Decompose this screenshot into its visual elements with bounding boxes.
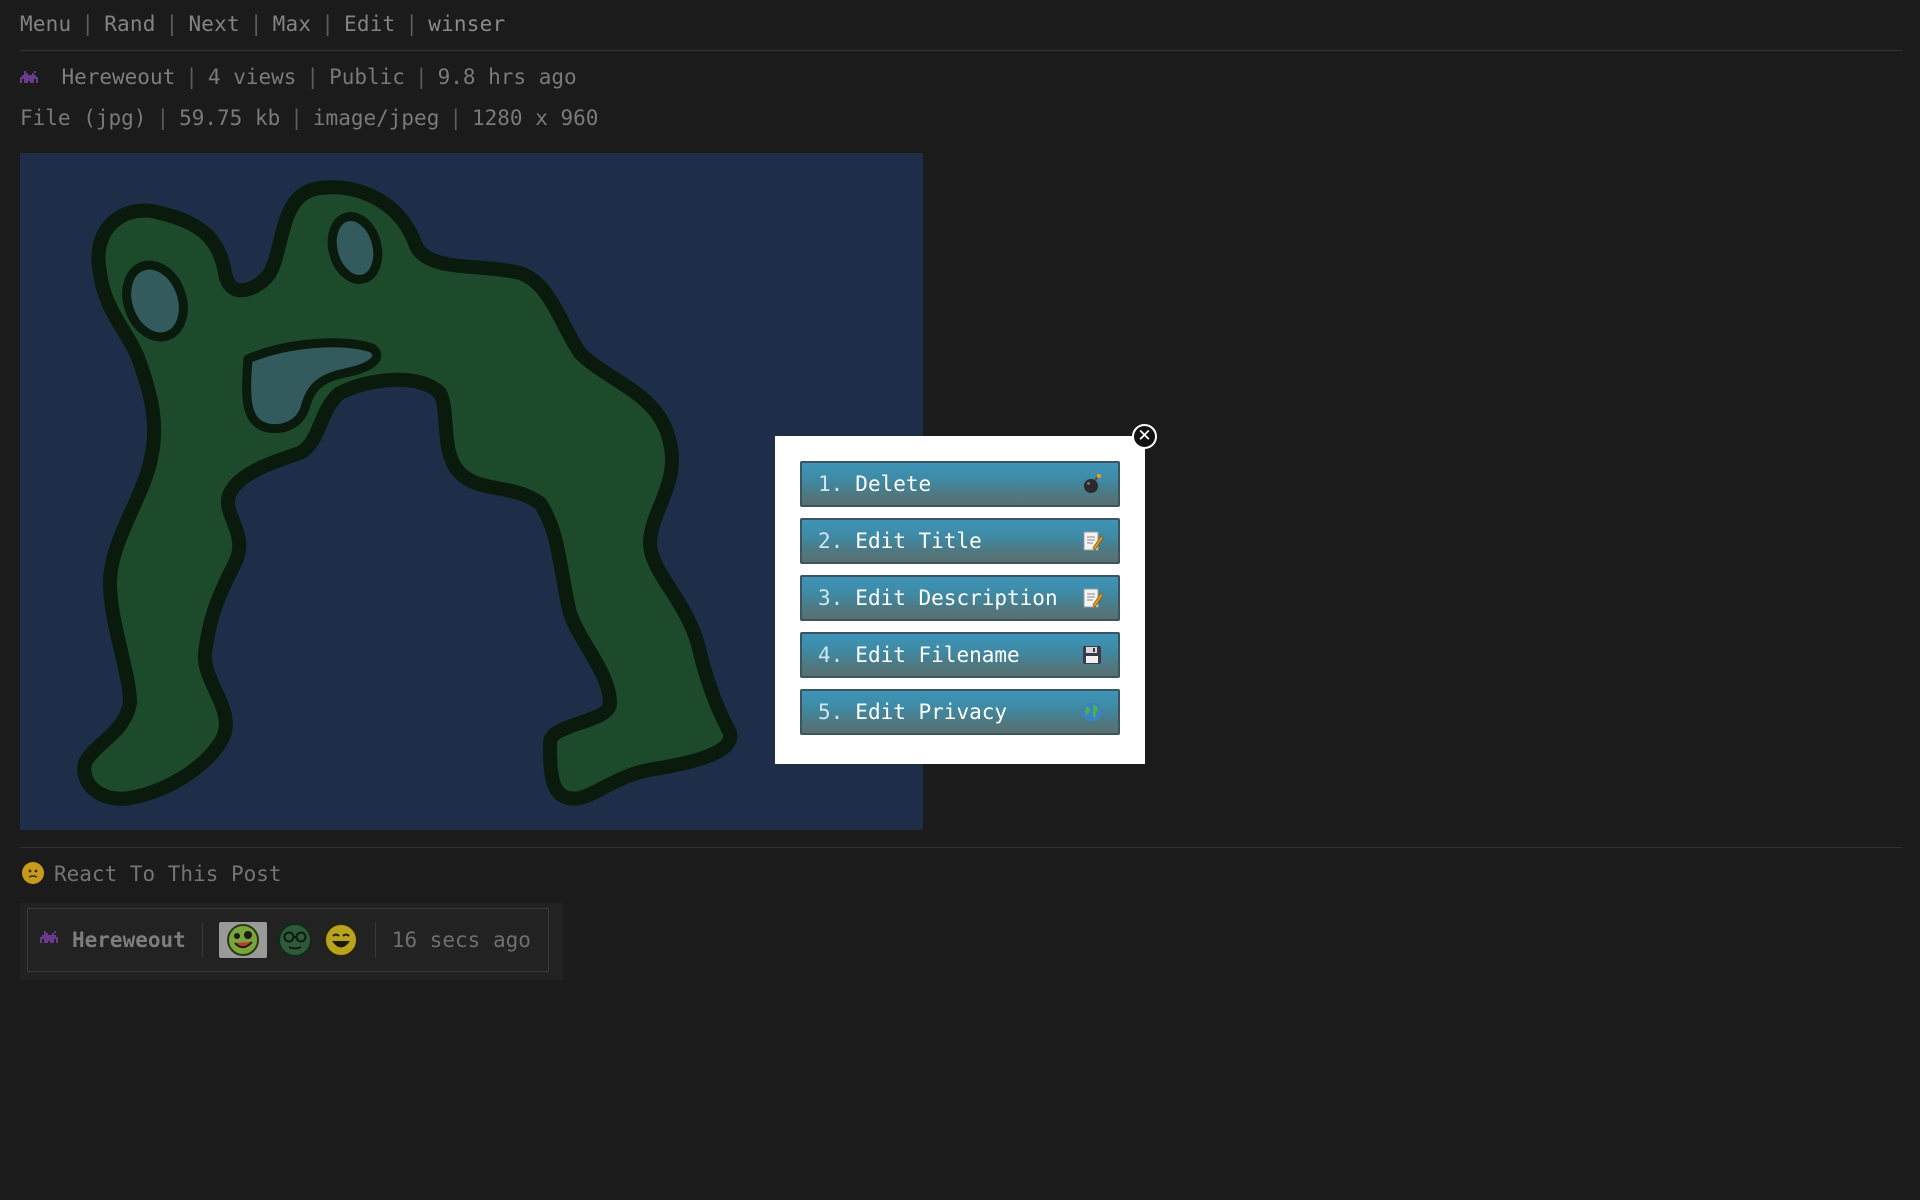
nav-separator: |	[81, 12, 95, 36]
close-icon[interactable]: ✕	[1132, 424, 1157, 449]
file-size: 59.75 kb	[179, 106, 281, 130]
thinking-face-icon	[22, 862, 44, 884]
zany-face-icon[interactable]	[218, 922, 267, 958]
alien-monster-icon	[20, 67, 49, 89]
edit-description-button[interactable]: 3. Edit Description	[800, 575, 1120, 621]
visibility-status: Public	[329, 65, 405, 89]
reaction-panel: Hereweout 16 secs ago	[20, 903, 563, 980]
menu-item-label: Delete	[855, 472, 932, 496]
nav-separator: |	[249, 12, 263, 36]
divider	[20, 50, 1902, 51]
floppy-disk-icon	[1080, 644, 1104, 668]
reaction-emojis	[203, 922, 376, 958]
menu-item-number: 1.	[818, 472, 844, 496]
delete-button[interactable]: 1. Delete	[800, 461, 1120, 507]
file-info: File (jpg) | 59.75 kb | image/jpeg | 1280 x 96…	[20, 106, 598, 130]
nav-rand-link[interactable]: Rand	[104, 12, 155, 36]
edit-privacy-button[interactable]: 5. Edit Privacy	[800, 689, 1120, 735]
bomb-icon	[1080, 473, 1104, 497]
nav-separator: |	[290, 106, 303, 130]
menu-item-number: 2.	[818, 529, 844, 553]
nav-separator: |	[405, 12, 419, 36]
menu-item-number: 3.	[818, 586, 844, 610]
edit-title-button[interactable]: 2. Edit Title	[800, 518, 1120, 564]
view-count: 4 views	[207, 65, 297, 89]
globe-icon	[1080, 701, 1104, 725]
nav-separator: |	[165, 12, 179, 36]
menu-item-label: Edit Title	[855, 529, 982, 553]
nav-separator: |	[321, 12, 335, 36]
post-info: Hereweout | 4 views | Public | 9.8 hrs ago	[20, 65, 577, 89]
nav-separator: |	[306, 65, 320, 89]
post-author-link[interactable]: Hereweout	[61, 65, 175, 89]
nerd-face-icon[interactable]	[277, 922, 313, 958]
react-heading: React To This Post	[22, 862, 282, 886]
memo-icon	[1080, 530, 1104, 554]
nav-menu-link[interactable]: Menu	[20, 12, 71, 36]
alien-monster-icon	[40, 929, 58, 951]
nav-separator: |	[449, 106, 462, 130]
reaction-entry: Hereweout 16 secs ago	[27, 908, 549, 972]
nav-separator: |	[185, 65, 198, 89]
reaction-username[interactable]: Hereweout	[72, 928, 186, 952]
nav-max-link[interactable]: Max	[273, 12, 312, 36]
nav-edit-link[interactable]: Edit	[344, 12, 395, 36]
grinning-face-icon[interactable]	[323, 922, 359, 958]
memo-icon	[1080, 587, 1104, 611]
menu-item-label: Edit Privacy	[855, 700, 1008, 724]
post-time: 9.8 hrs ago	[437, 65, 577, 89]
nav-next-link[interactable]: Next	[188, 12, 239, 36]
file-mime: image/jpeg	[312, 106, 440, 130]
file-type: File (jpg)	[20, 106, 147, 130]
menu-item-number: 5.	[818, 700, 844, 724]
menu-item-label: Edit Filename	[855, 643, 1020, 667]
file-dimensions: 1280 x 960	[472, 106, 599, 130]
nav-separator: |	[156, 106, 170, 130]
menu-item-label: Edit Description	[855, 586, 1058, 610]
divider	[20, 847, 1902, 848]
edit-filename-button[interactable]: 4. Edit Filename	[800, 632, 1120, 678]
nav-user-link[interactable]: winser	[428, 12, 505, 36]
reaction-time: 16 secs ago	[391, 928, 531, 952]
nav-separator: |	[414, 65, 428, 89]
menu-item-number: 4.	[818, 643, 844, 667]
top-nav: Menu | Rand | Next | Max | Edit | winser	[20, 12, 505, 36]
edit-menu-modal: ✕ 1. Delete 2. Edit Title 3. Edit Descri…	[775, 424, 1157, 764]
react-title-text: React To This Post	[54, 862, 282, 886]
reaction-user: Hereweout	[40, 922, 203, 958]
